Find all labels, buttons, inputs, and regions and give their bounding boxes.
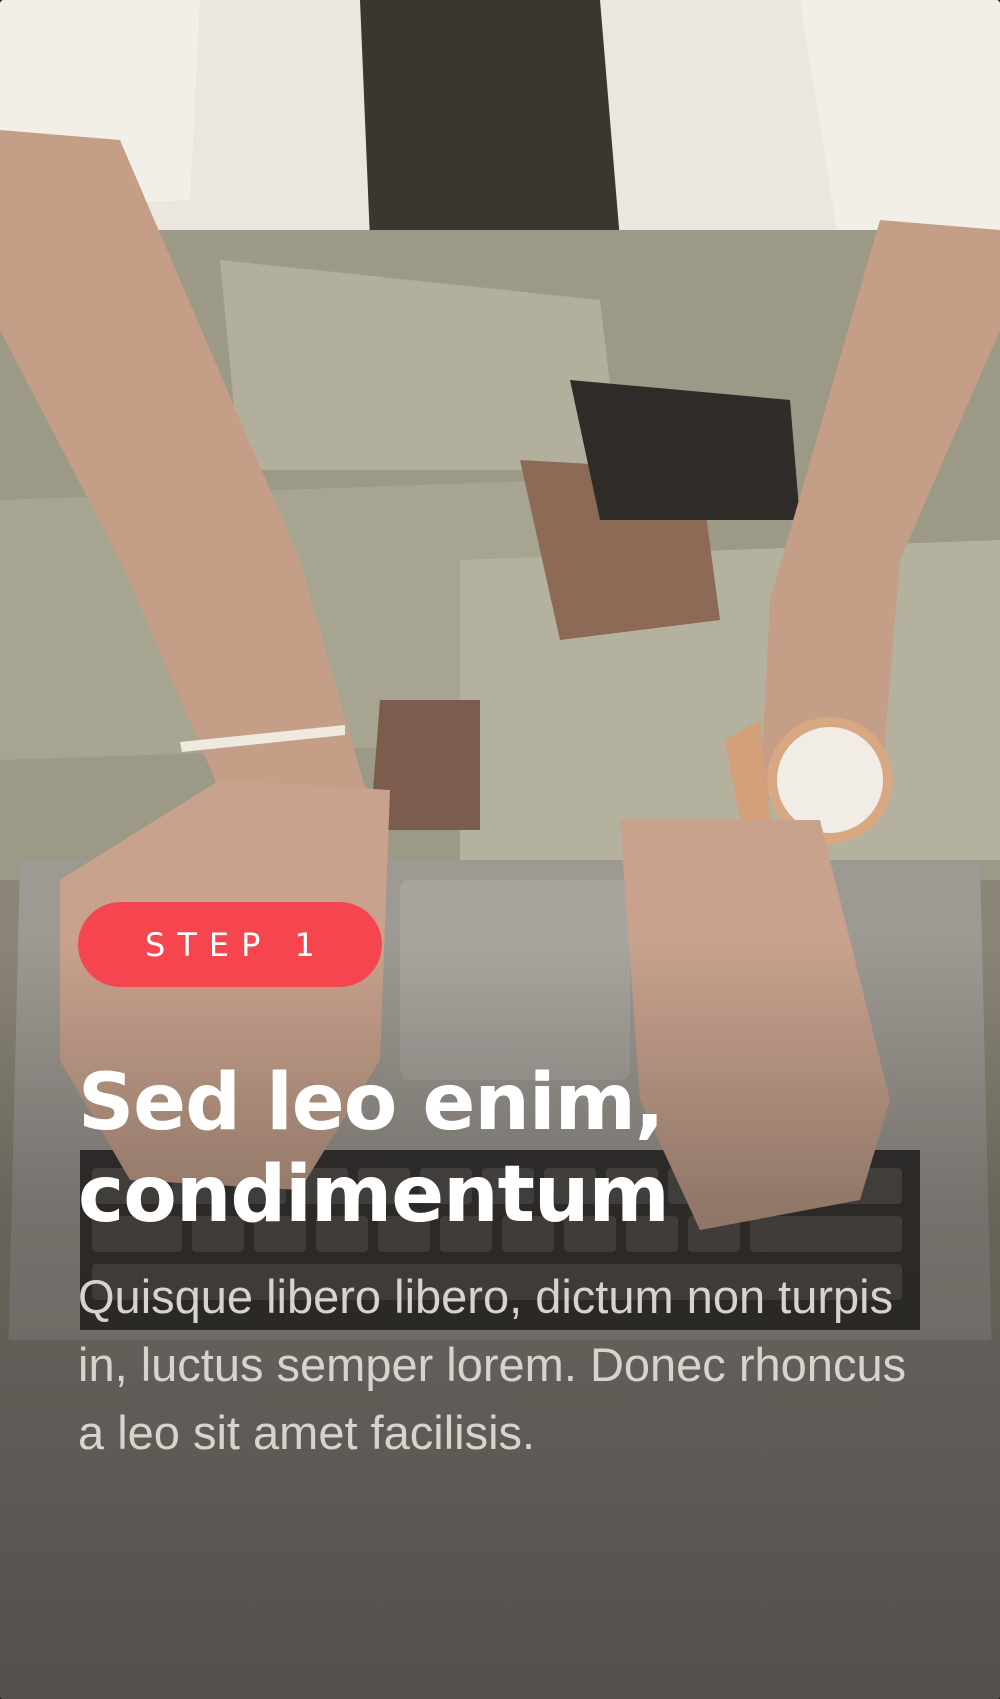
onboarding-headline: Sed leo enim, condimentum <box>78 1058 670 1240</box>
onboarding-content: STEP 1 Sed leo enim, condimentum Quisque… <box>78 902 940 1467</box>
onboarding-description: Quisque libero libero, dictum non turpis… <box>78 1270 907 1459</box>
step-badge[interactable]: STEP 1 <box>78 902 382 987</box>
onboarding-screen: STEP 1 Sed leo enim, condimentum Quisque… <box>0 0 1000 1699</box>
